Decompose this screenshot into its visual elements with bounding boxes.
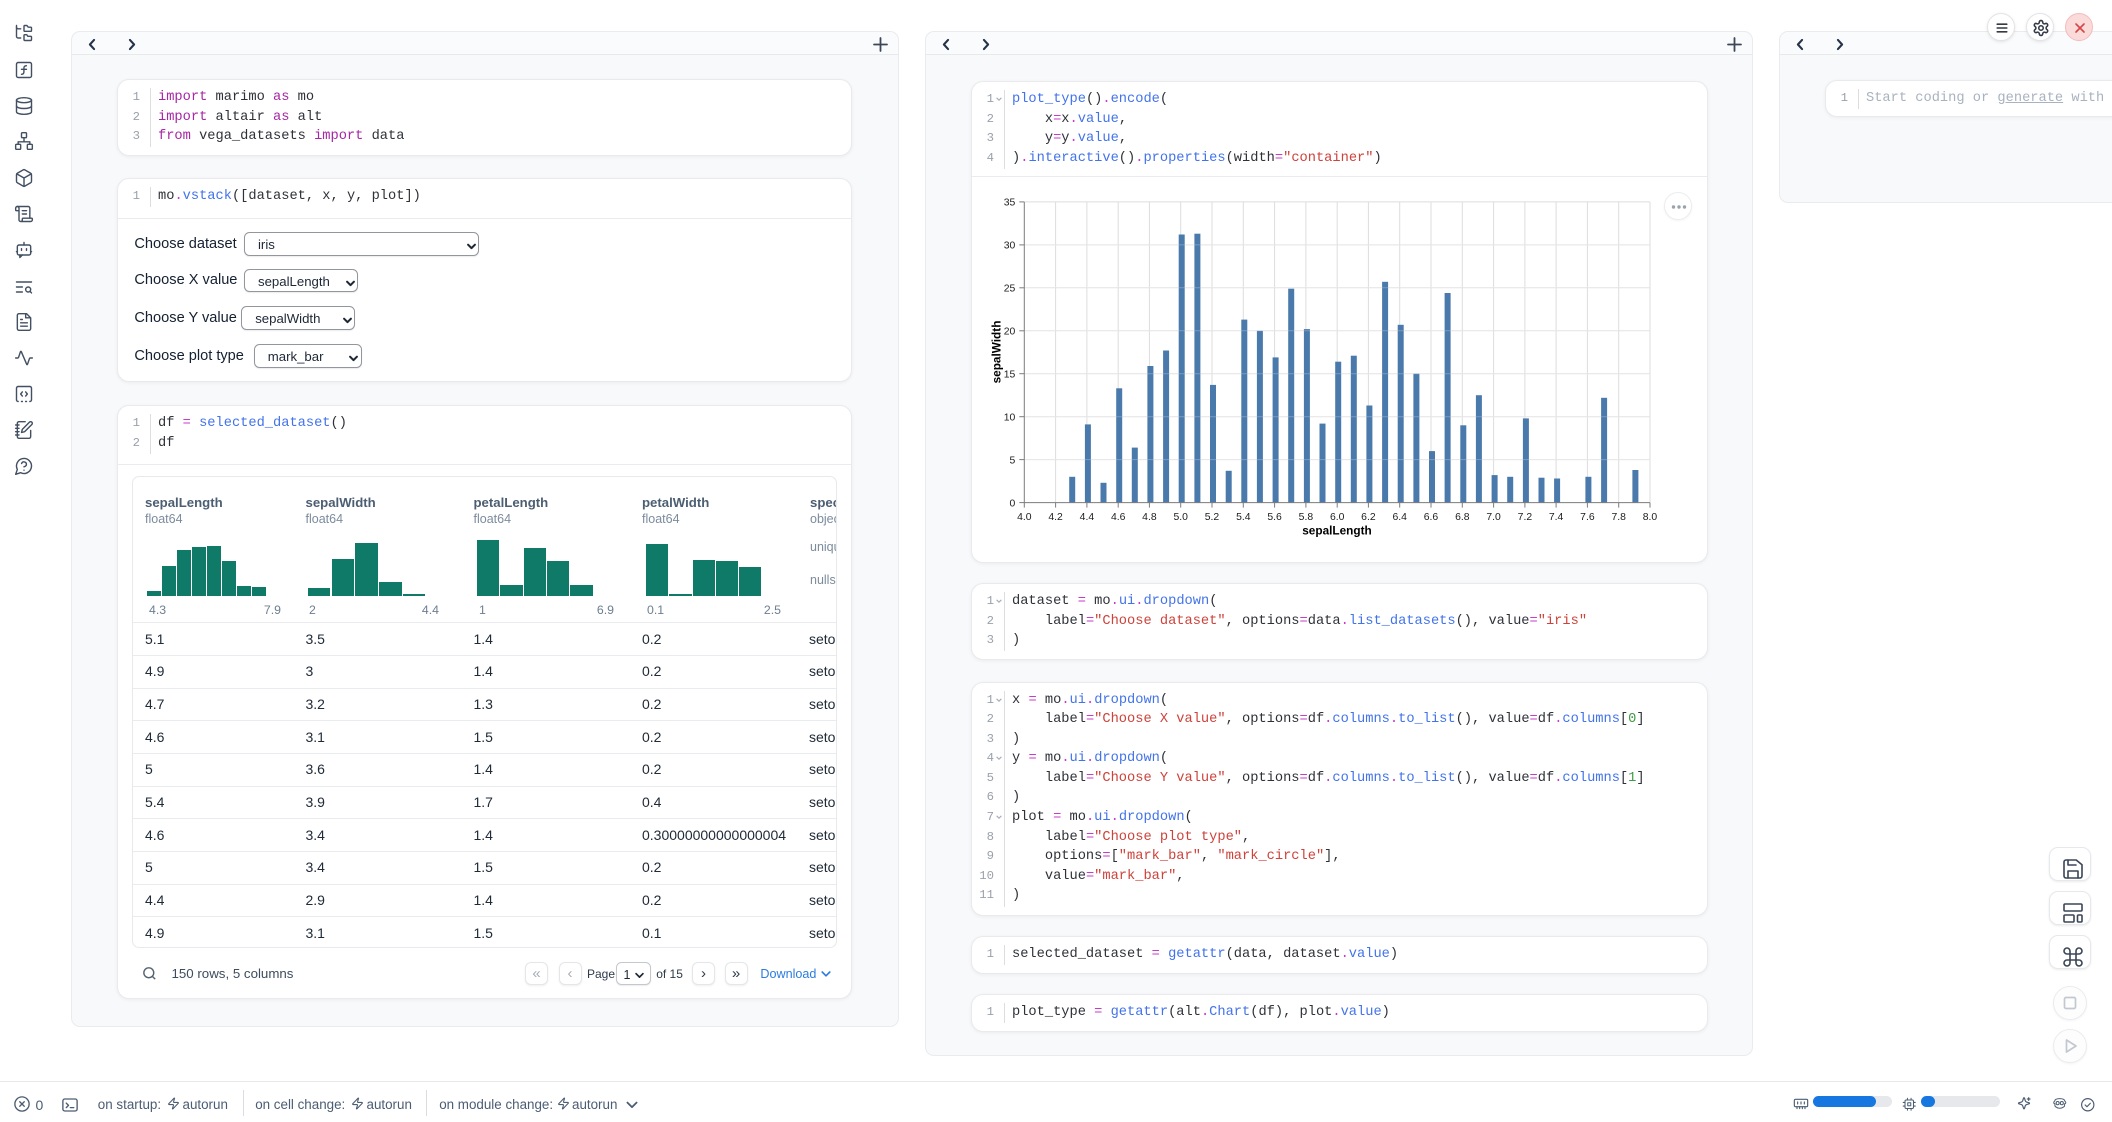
svg-text:0: 0 <box>1010 499 1016 510</box>
svg-text:6.4: 6.4 <box>1392 512 1407 523</box>
svg-text:5.8: 5.8 <box>1299 512 1314 523</box>
svg-text:sepalWidth: sepalWidth <box>990 321 1004 384</box>
svg-text:7.4: 7.4 <box>1549 512 1564 523</box>
svg-text:7.2: 7.2 <box>1518 512 1533 523</box>
svg-text:7.0: 7.0 <box>1486 512 1501 523</box>
svg-text:20: 20 <box>1004 327 1016 338</box>
svg-text:15: 15 <box>1004 370 1016 381</box>
svg-text:4.6: 4.6 <box>1111 512 1126 523</box>
svg-text:5: 5 <box>1010 456 1016 467</box>
svg-text:7.8: 7.8 <box>1611 512 1626 523</box>
svg-text:5.4: 5.4 <box>1236 512 1251 523</box>
svg-text:5.0: 5.0 <box>1173 512 1188 523</box>
svg-text:sepalLength: sepalLength <box>1302 524 1371 538</box>
svg-text:5.2: 5.2 <box>1205 512 1220 523</box>
svg-text:6.2: 6.2 <box>1361 512 1376 523</box>
svg-text:4.4: 4.4 <box>1080 512 1095 523</box>
svg-text:8.0: 8.0 <box>1643 512 1658 523</box>
svg-text:6.6: 6.6 <box>1424 512 1439 523</box>
svg-text:25: 25 <box>1004 284 1016 295</box>
svg-text:10: 10 <box>1004 413 1016 424</box>
svg-text:6.8: 6.8 <box>1455 512 1470 523</box>
svg-text:4.0: 4.0 <box>1017 512 1032 523</box>
svg-text:4.8: 4.8 <box>1142 512 1157 523</box>
svg-text:7.6: 7.6 <box>1580 512 1595 523</box>
svg-text:30: 30 <box>1004 241 1016 252</box>
svg-text:5.6: 5.6 <box>1267 512 1282 523</box>
svg-text:35: 35 <box>1004 198 1016 209</box>
svg-text:4.2: 4.2 <box>1048 512 1063 523</box>
svg-text:6.0: 6.0 <box>1330 512 1345 523</box>
